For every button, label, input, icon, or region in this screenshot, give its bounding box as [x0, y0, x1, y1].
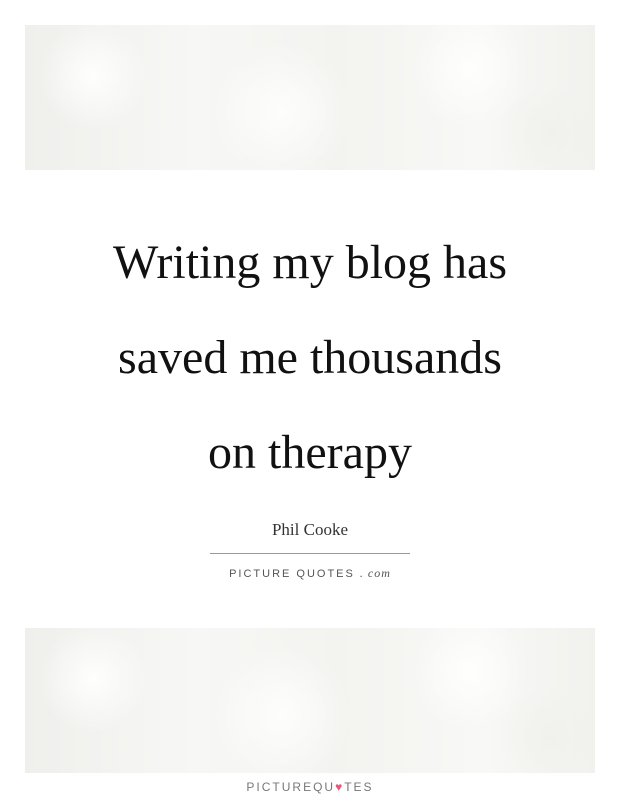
quote-line: saved me thousands [118, 331, 502, 384]
heart-icon: ♥ [335, 780, 345, 794]
footer-logo: PICTUREQU♥TES [0, 780, 620, 794]
quote-text: Writing my blog has saved me thousands o… [25, 215, 595, 500]
divider [210, 553, 410, 554]
quote-line: Writing my blog has [112, 236, 508, 289]
footer-logo-prefix: PICTUREQU [246, 780, 336, 794]
footer-logo-suffix: TES [344, 780, 374, 794]
site-watermark-dotcom: . com [359, 566, 391, 580]
quote-author: Phil Cooke [271, 520, 349, 539]
bottom-background-image [25, 628, 595, 773]
top-background-image [25, 25, 595, 170]
site-watermark: PICTURE QUOTES . com [0, 566, 620, 581]
site-watermark-name: PICTURE QUOTES [229, 568, 355, 580]
quote-line: on therapy [208, 426, 412, 479]
